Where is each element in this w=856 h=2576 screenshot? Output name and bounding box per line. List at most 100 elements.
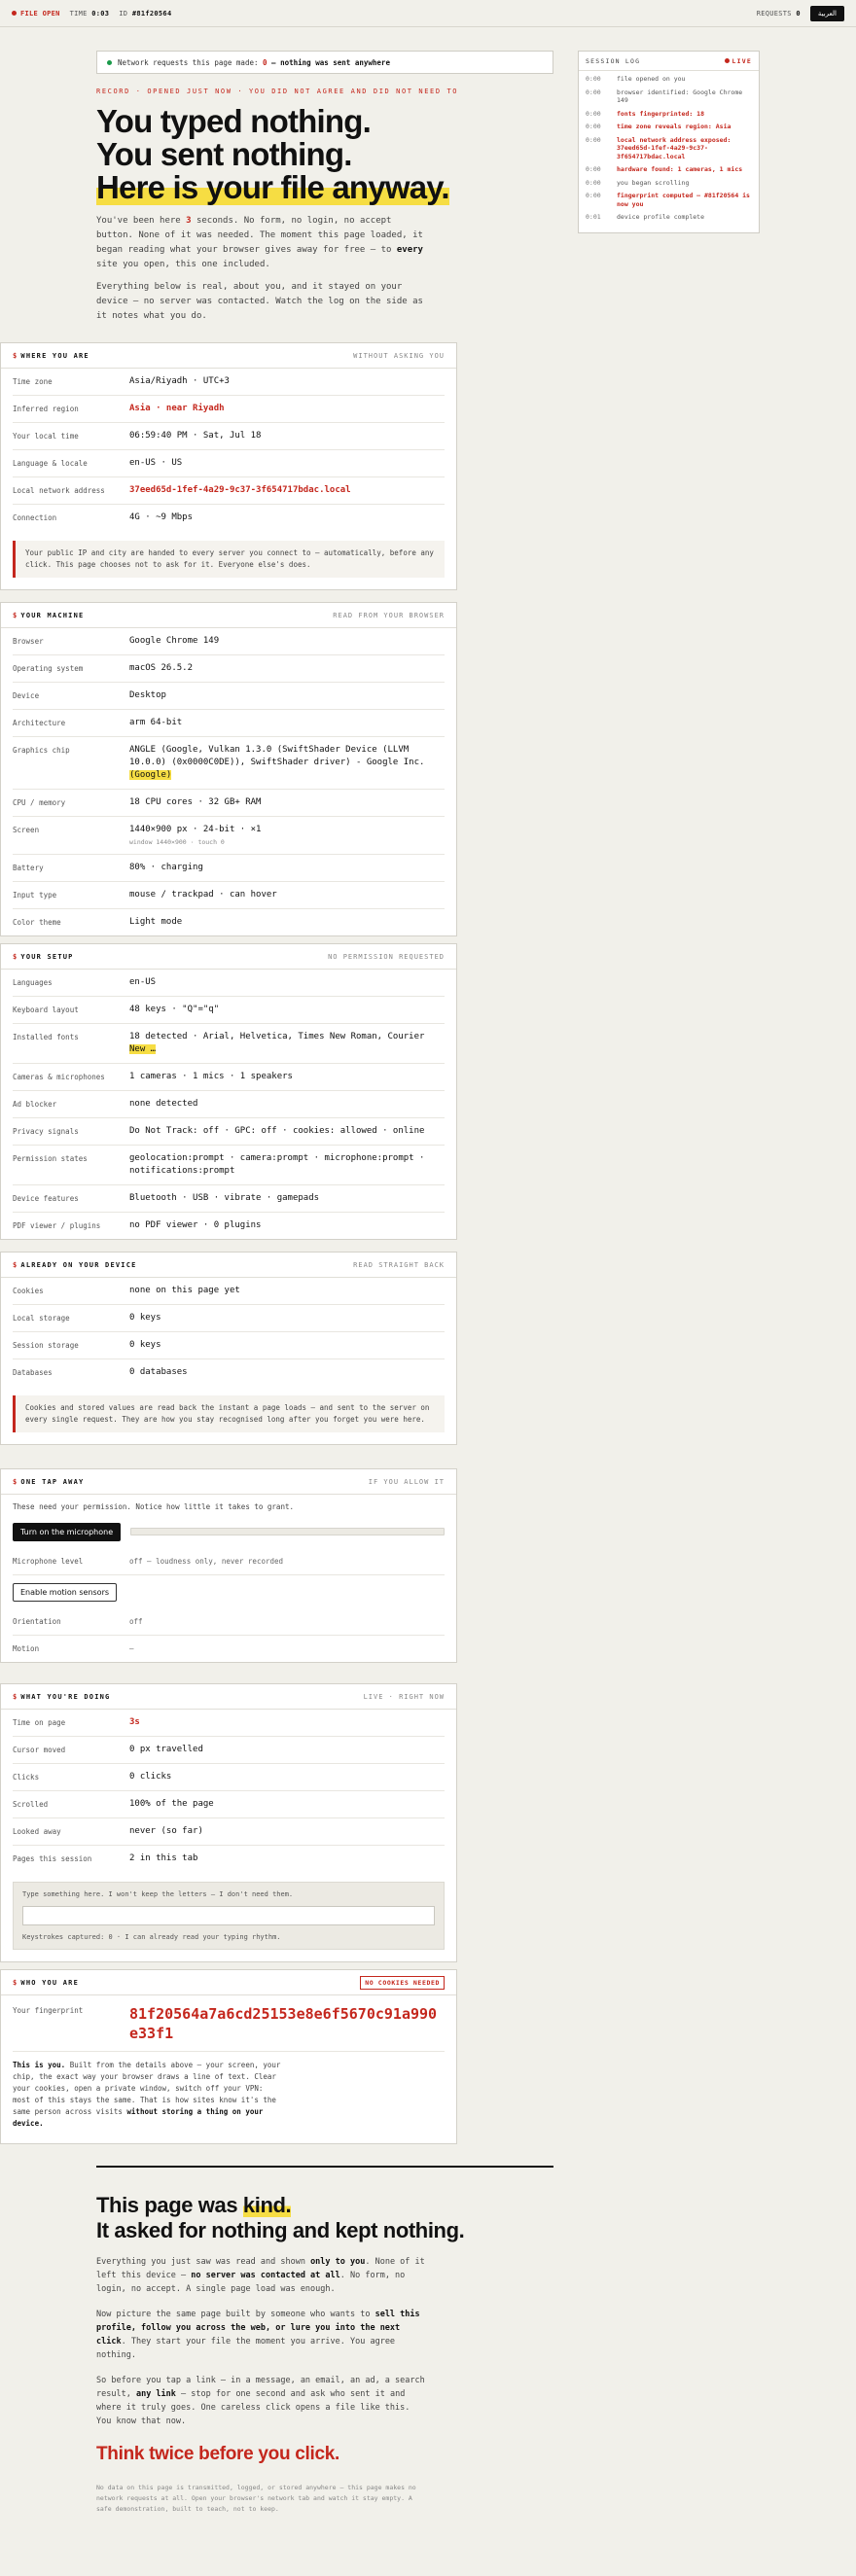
detail-row: Inferred region Asia · near Riyadh <box>13 396 445 423</box>
file-status: FILE OPEN <box>12 10 60 18</box>
detail-label: Installed fonts <box>13 1033 79 1041</box>
detail-value: none detected <box>129 1099 198 1109</box>
log-time: 0:01 <box>586 213 601 221</box>
detail-row: Looked away never (so far) <box>13 1818 445 1846</box>
detail-value: 18 CPU cores · 32 GB+ RAM <box>129 797 262 807</box>
detail-value: geolocation:prompt · camera:prompt · mic… <box>129 1153 425 1176</box>
detail-row: Orientation off <box>13 1608 445 1636</box>
microphone-button[interactable]: Turn on the microphone <box>13 1523 122 1541</box>
card-note: READ STRAIGHT BACK <box>353 1260 445 1269</box>
detail-row: Input type mouse / trackpad · can hover <box>13 882 445 909</box>
requests-readout: REQUESTS 0 <box>756 9 801 18</box>
detail-row: Screen 1440×900 px · 24-bit · ×1 window 14… <box>13 817 445 855</box>
detail-label: Architecture <box>13 719 66 727</box>
detail-value: macOS 26.5.2 <box>129 663 194 673</box>
card-note: LIVE · RIGHT NOW <box>363 1692 445 1701</box>
log-text: file opened on you <box>617 75 686 83</box>
detail-row: Microphone level off — loudness only, nev… <box>13 1548 445 1575</box>
detail-row: Your local time 06:59:40 PM · Sat, Jul 18 <box>13 423 445 450</box>
typing-test-label: Type something here. I won't keep the le… <box>22 1890 294 1898</box>
closing-paragraph-3: So before you tap a link — in a message,… <box>96 2376 425 2426</box>
detail-label: Local network address <box>13 486 105 495</box>
permission-intro: These need your permission. Notice how l… <box>13 1502 294 1511</box>
who-you-are-card: $ WHO YOU ARE NO COOKIES NEEDED Your finge… <box>0 1969 457 2144</box>
detail-row: Local storage 0 keys <box>13 1305 445 1332</box>
log-text: local network address exposed: 37eed65d-… <box>617 135 731 160</box>
session-log-title: SESSION LOG <box>586 56 641 65</box>
closing-paragraph-2: Now picture the same page built by someo… <box>96 2310 420 2360</box>
language-toggle-button[interactable]: العربية <box>809 5 844 21</box>
detail-label: Device features <box>13 1194 79 1203</box>
your-machine-card: $ YOUR MACHINE READ FROM YOUR BROWSER Brow… <box>0 602 457 936</box>
disclaimer-text: No data on this page is transmitted, log… <box>96 2484 416 2513</box>
detail-row: Databases 0 databases <box>13 1359 445 1386</box>
where-you-are-card: $ WHERE YOU ARE WITHOUT ASKING YOU Time zo… <box>0 342 457 590</box>
card-title: WHAT YOU'RE DOING <box>20 1692 111 1701</box>
detail-value: 2 in this tab <box>129 1853 198 1863</box>
detail-label: Ad blocker <box>13 1100 57 1109</box>
detail-row: Device features Bluetooth · USB · vibrate… <box>13 1185 445 1213</box>
top-bar: FILE OPEN TIME 0:03 ID #81f20564 REQUEST… <box>0 0 856 27</box>
detail-value: never (so far) <box>129 1826 203 1836</box>
detail-row: Battery 80% · charging <box>13 855 445 882</box>
detail-label: Browser <box>13 637 44 646</box>
typing-test-box: Type something here. I won't keep the le… <box>13 1882 445 1950</box>
id-readout: ID #81f20564 <box>119 9 172 18</box>
detail-row: CPU / memory 18 CPU cores · 32 GB+ RAM <box>13 790 445 817</box>
detail-label: Pages this session <box>13 1854 92 1863</box>
detail-label: Inferred region <box>13 405 79 413</box>
record-kicker: RECORD · OPENED JUST NOW · YOU DID NOT A… <box>96 88 459 95</box>
detail-label: Languages <box>13 978 53 987</box>
live-indicator: LIVE <box>724 57 752 65</box>
card-title: YOUR SETUP <box>20 952 74 961</box>
detail-label: Connection <box>13 513 57 522</box>
detail-value: Asia/Riyadh · UTC+3 <box>129 376 230 386</box>
detail-label: Permission states <box>13 1154 88 1163</box>
log-text: fingerprint computed — #81f20564 is now … <box>617 192 750 208</box>
detail-label: Session storage <box>13 1341 79 1350</box>
log-time: 0:00 <box>586 192 601 199</box>
detail-value: 0 clicks <box>129 1772 172 1782</box>
detail-value: 100% of the page <box>129 1799 214 1809</box>
detail-label: Cookies <box>13 1287 44 1295</box>
detail-value: 18 detected · Arial, Helvetica, Times Ne… <box>129 1032 425 1054</box>
motion-sensors-button[interactable]: Enable motion sensors <box>13 1583 118 1602</box>
log-time: 0:00 <box>586 88 601 96</box>
what-youre-doing-card: $ WHAT YOU'RE DOING LIVE · RIGHT NOW Time … <box>0 1683 457 1962</box>
detail-row: Scrolled 100% of the page <box>13 1791 445 1818</box>
typing-test-input[interactable] <box>22 1906 435 1925</box>
detail-value: Asia · near Riyadh <box>129 404 225 413</box>
detail-value: arm 64-bit <box>129 718 183 727</box>
card-title: ONE TAP AWAY <box>20 1477 85 1486</box>
card-note: WITHOUT ASKING YOU <box>353 351 445 360</box>
ip-callout: Your public IP and city are handed to ev… <box>13 541 445 578</box>
closing-call-to-action: Think twice before you click. <box>96 2444 339 2464</box>
detail-label: Operating system <box>13 664 84 673</box>
detail-label: Device <box>13 691 40 700</box>
detail-value: 3s <box>129 1717 140 1727</box>
detail-label: Color theme <box>13 918 61 927</box>
detail-value: 48 keys · "Q"="q" <box>129 1005 220 1014</box>
detail-value: Desktop <box>129 690 166 700</box>
closing-title: This page was kind. It asked for nothing … <box>96 2193 465 2242</box>
detail-label: Databases <box>13 1368 53 1377</box>
detail-row: Connection 4G · ~9 Mbps <box>13 505 445 531</box>
detail-label: Time on page <box>13 1718 66 1727</box>
log-text: fonts fingerprinted: 18 <box>617 109 705 118</box>
detail-value: 1440×900 px · 24-bit · ×1 window 1440×900… <box>129 824 445 847</box>
log-text: time zone reveals region: Asia <box>617 123 731 130</box>
log-entry: 0:00 browser identified: Google Chrome 14… <box>586 88 752 105</box>
section-divider <box>96 2166 553 2168</box>
detail-row: Motion — <box>13 1644 134 1653</box>
detail-row: Time zone Asia/Riyadh · UTC+3 <box>13 369 445 396</box>
closing-paragraph-1: Everything you just saw was read and sho… <box>96 2257 425 2294</box>
detail-label: Screen <box>13 826 40 834</box>
hero-title: You typed nothing. You sent nothing. Her… <box>96 103 450 205</box>
live-dot-icon <box>724 58 730 63</box>
detail-row: Cameras & microphones 1 cameras · 1 mics … <box>13 1064 445 1091</box>
detail-value: Google Chrome 149 <box>129 636 220 646</box>
detail-row: Device Desktop <box>13 683 445 710</box>
detail-row: Cookies none on this page yet <box>13 1278 445 1305</box>
card-title: WHERE YOU ARE <box>20 351 89 360</box>
log-time: 0:00 <box>586 135 601 144</box>
